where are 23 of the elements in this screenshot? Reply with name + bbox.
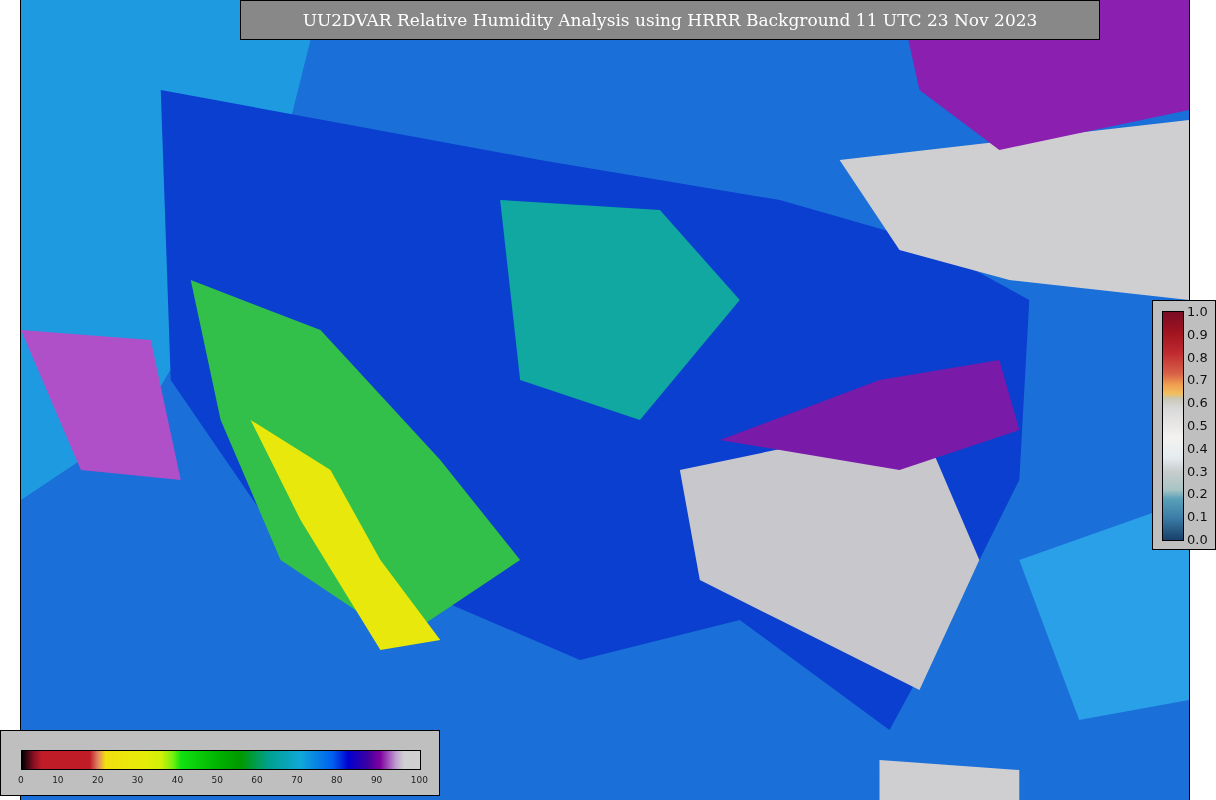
tick-label: 90 <box>370 775 383 787</box>
tick-label: 60 <box>251 775 263 787</box>
tick-label: 40 <box>171 775 184 787</box>
tick-label: 50 <box>211 775 223 787</box>
map-title: UU2DVAR Relative Humidity Analysis using HRRR Background 11 UTC 23 Nov 2023 <box>240 0 1100 40</box>
tick-label: 100 <box>410 775 428 787</box>
tick-label: 0 <box>18 775 24 787</box>
tick-label: 0.4 <box>1187 441 1208 456</box>
tick-label: 0.9 <box>1187 327 1208 342</box>
tick-label: 70 <box>291 775 303 787</box>
tick-label: 0.1 <box>1187 510 1208 525</box>
tick-label: 0.3 <box>1187 464 1208 479</box>
tick-label: 10 <box>52 775 64 787</box>
tick-label: 1.0 <box>1187 305 1208 319</box>
tick-label: 20 <box>91 775 104 787</box>
tick-label: 0.5 <box>1187 419 1208 433</box>
tick-label: 0.8 <box>1187 350 1208 365</box>
tick-label: 30 <box>131 775 144 787</box>
tick-label: 80 <box>331 775 343 787</box>
tick-label: 0.2 <box>1187 487 1208 502</box>
tick-label: 0.7 <box>1187 373 1208 388</box>
tick-label: 0.0 <box>1187 532 1208 547</box>
tick-label: 0.6 <box>1187 396 1208 411</box>
